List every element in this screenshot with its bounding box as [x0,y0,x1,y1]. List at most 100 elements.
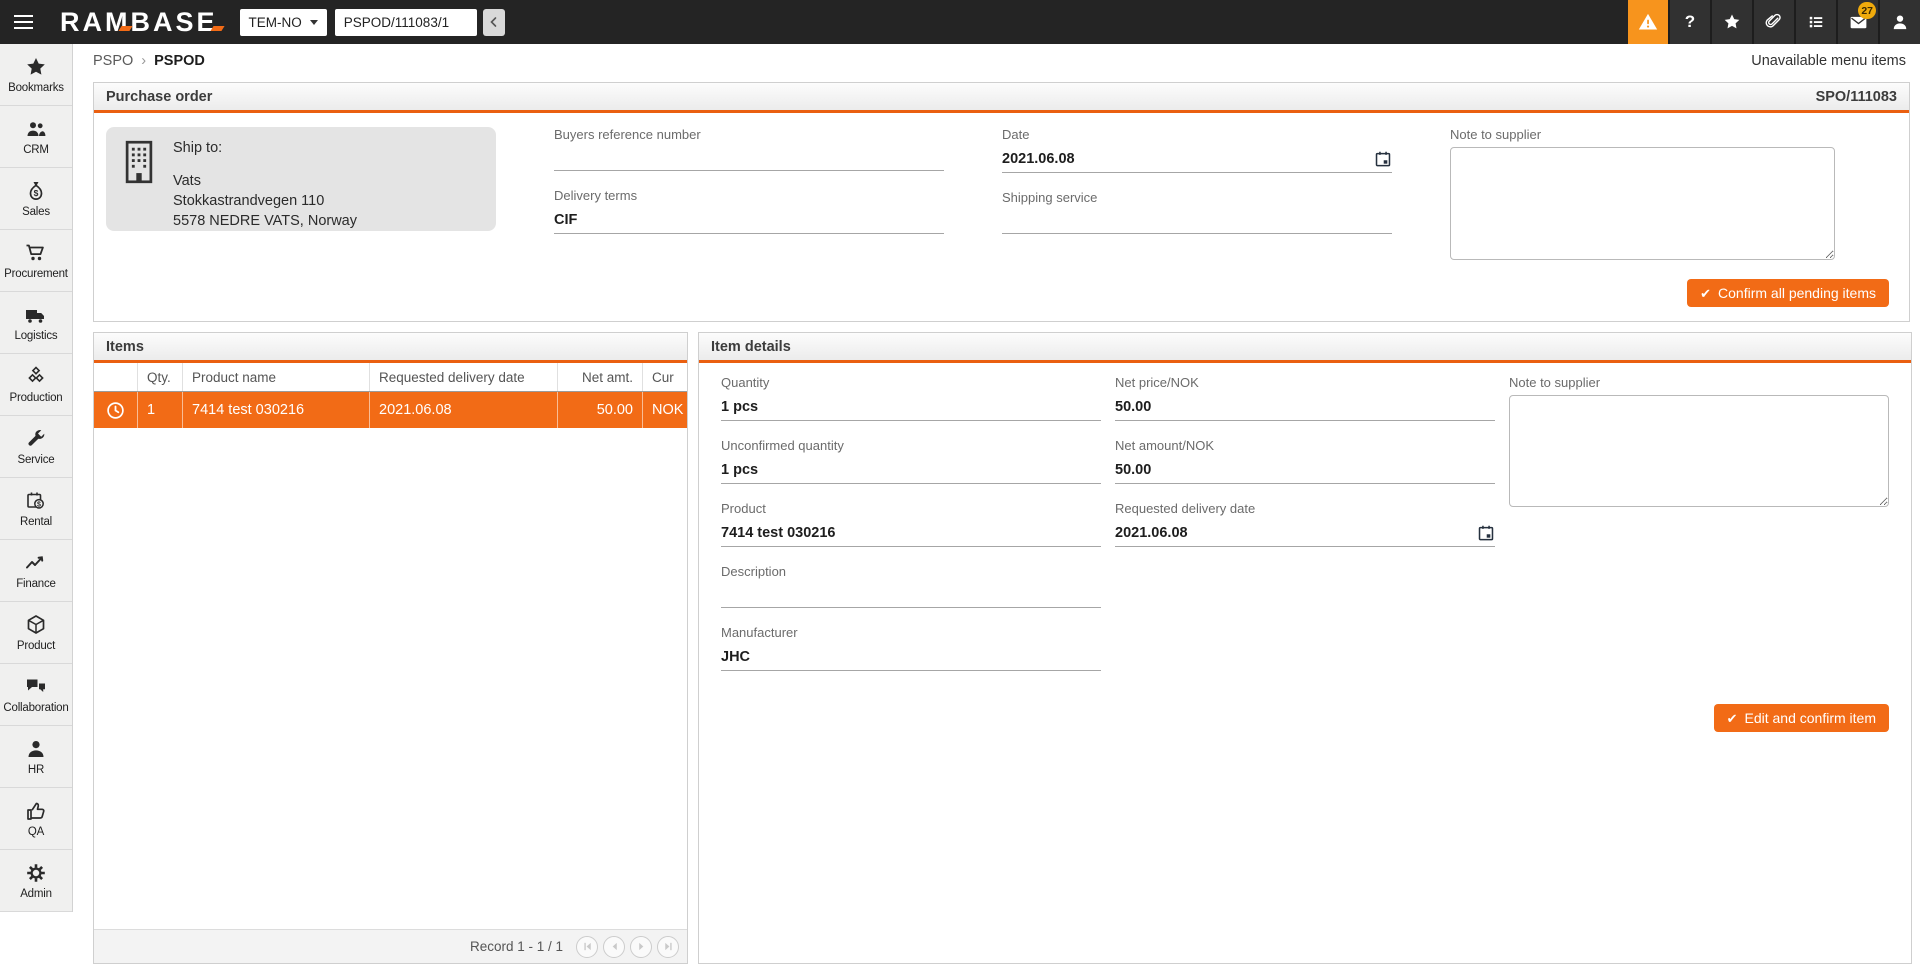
field-label: Description [721,564,1101,579]
sidebar-item-label: Rental [20,516,52,528]
calendar-icon[interactable] [1374,150,1392,168]
net-price-field[interactable]: Net price/NOK 50.00 [1115,375,1495,421]
sidebar-item-rental[interactable]: $ Rental [0,478,72,540]
sidebar: Bookmarks CRM $ Sales Procurement Logist… [0,44,73,912]
sidebar-item-qa[interactable]: QA [0,788,72,850]
breadcrumb-separator: › [141,53,146,69]
field-label: Note to supplier [1450,127,1835,142]
next-page-button[interactable] [630,936,652,958]
field-label: Requested delivery date [1115,501,1495,516]
star-icon [24,55,48,79]
item-note-to-supplier-textarea[interactable] [1509,395,1889,507]
net-amount-field[interactable]: Net amount/NOK 50.00 [1115,438,1495,484]
shipping-service-field[interactable]: Shipping service [1002,190,1392,234]
check-icon [1700,285,1711,302]
task-list-button[interactable] [1796,0,1836,44]
document-id: SPO/111083 [1816,89,1897,105]
sidebar-item-bookmarks[interactable]: Bookmarks [0,44,72,106]
cubes-icon [24,365,48,389]
user-button[interactable] [1880,0,1920,44]
field-value: 50.00 [1115,395,1151,419]
item-details-header: Item details [699,333,1911,363]
first-page-button[interactable] [576,936,598,958]
items-pagination-bar: Record 1 - 1 / 1 [94,929,687,963]
chart-line-icon [24,551,48,575]
sidebar-item-label: Service [18,454,55,466]
sidebar-item-label: Procurement [4,268,68,280]
next-page-icon [636,941,647,952]
breadcrumb-pspo[interactable]: PSPO [93,53,133,69]
question-icon: ? [1685,12,1695,32]
breadcrumb: PSPO › PSPOD [93,53,205,69]
alert-button[interactable] [1628,0,1668,44]
sidebar-item-hr[interactable]: HR [0,726,72,788]
quantity-field[interactable]: Quantity 1 pcs [721,375,1101,421]
item-details-panel: Item details Quantity 1 pcs Unconfirmed … [698,332,1912,964]
messages-badge: 27 [1858,2,1876,19]
rambase-logo[interactable]: RAMBASE [60,7,218,38]
requested-delivery-date-field[interactable]: Requested delivery date 2021.06.08 [1115,501,1495,547]
items-panel: Items Qty. Product name Requested delive… [93,332,688,964]
unavailable-menu-items-link[interactable]: Unavailable menu items [1751,53,1906,69]
product-field[interactable]: Product 7414 test 030216 [721,501,1101,547]
field-value: 1 pcs [721,458,758,482]
previous-page-button[interactable] [603,936,625,958]
field-value: 7414 test 030216 [721,521,836,545]
row-qty: 1 [138,392,183,428]
unconfirmed-quantity-field[interactable]: Unconfirmed quantity 1 pcs [721,438,1101,484]
confirm-all-pending-items-button[interactable]: Confirm all pending items [1687,279,1889,307]
buyers-reference-field[interactable]: Buyers reference number [554,127,944,171]
row-net-amt: 50.00 [558,392,643,428]
sidebar-item-product[interactable]: Product [0,602,72,664]
sidebar-item-finance[interactable]: Finance [0,540,72,602]
sidebar-item-service[interactable]: Service [0,416,72,478]
calendar-icon[interactable] [1477,524,1495,542]
sidebar-item-label: Product [17,640,55,652]
description-field[interactable]: Description [721,564,1101,608]
messages-button[interactable]: 27 [1838,0,1878,44]
edit-and-confirm-item-button[interactable]: Edit and confirm item [1714,704,1889,732]
field-label: Product [721,501,1101,516]
system-select[interactable]: TEM-NO [240,9,327,36]
menu-icon[interactable] [0,0,46,44]
truck-icon [24,303,48,327]
sidebar-item-label: Sales [22,206,50,218]
sidebar-item-procurement[interactable]: Procurement [0,230,72,292]
sidebar-item-admin[interactable]: Admin [0,850,72,912]
last-page-button[interactable] [657,936,679,958]
row-requested-delivery-date: 2021.06.08 [370,392,558,428]
sidebar-item-label: Bookmarks [8,82,64,94]
chevron-left-icon [488,16,500,28]
topbar: RAMBASE TEM-NO ? 27 [0,0,1920,44]
sidebar-item-crm[interactable]: CRM [0,106,72,168]
back-button[interactable] [483,9,505,36]
table-row-selected[interactable]: 1 7414 test 030216 2021.06.08 50.00 NOK [94,392,687,428]
attachment-button[interactable] [1754,0,1794,44]
document-id-input[interactable] [335,9,477,36]
note-to-supplier-textarea[interactable] [1450,147,1835,260]
sidebar-item-sales[interactable]: $ Sales [0,168,72,230]
field-label: Net price/NOK [1115,375,1495,390]
sidebar-item-production[interactable]: Production [0,354,72,416]
items-empty-area [94,428,687,929]
calendar-dollar-icon: $ [24,489,48,513]
chevron-down-icon [310,20,318,25]
ship-to-address1: Stokkastrandvegen 110 [173,191,357,211]
items-table-header: Qty. Product name Requested delivery dat… [94,363,687,392]
items-header: Items [94,333,687,363]
field-label: Delivery terms [554,188,944,203]
people-icon [24,117,48,141]
help-button[interactable]: ? [1670,0,1710,44]
delivery-terms-field[interactable]: Delivery terms CIF [554,188,944,234]
topbar-icons: ? 27 [1628,0,1920,44]
date-field[interactable]: Date 2021.06.08 [1002,127,1392,173]
paperclip-icon [1764,12,1784,32]
building-icon [120,138,158,186]
favorites-button[interactable] [1712,0,1752,44]
check-icon [1727,710,1738,727]
purchase-order-header: Purchase order SPO/111083 [94,83,1909,113]
sidebar-item-collaboration[interactable]: Collaboration [0,664,72,726]
ship-to-card: Ship to: Vats Stokkastrandvegen 110 5578… [106,127,496,231]
sidebar-item-logistics[interactable]: Logistics [0,292,72,354]
manufacturer-field[interactable]: Manufacturer JHC [721,625,1101,671]
